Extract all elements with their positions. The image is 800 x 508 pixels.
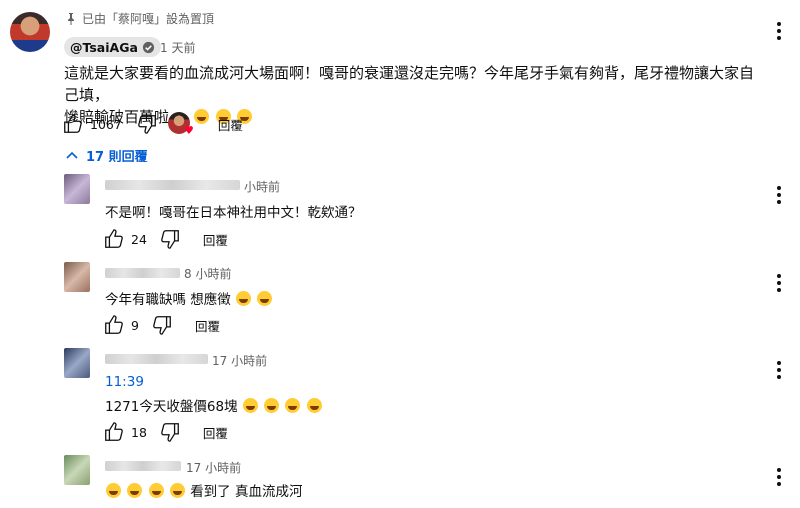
thumbs-down-icon [153,316,171,335]
reply-button[interactable]: 回覆 [195,316,220,335]
reply-author-name[interactable] [105,180,240,190]
thumbs-up-icon [64,114,82,133]
dislike-button[interactable] [151,314,173,336]
video-timestamp-link[interactable]: 11:39 [105,374,144,390]
reply-actions: 9 回覆 [103,314,220,336]
reply-button[interactable]: 回覆 [203,423,228,442]
author-avatar[interactable] [10,12,50,52]
replies-toggle[interactable]: 17 則回覆 [66,148,148,162]
pin-icon [68,12,74,25]
author-chip[interactable]: @TsaiAGa [64,37,161,57]
reply-actions: 18 回覆 [103,421,228,443]
like-button[interactable] [103,314,125,336]
laughing-emoji-icon [257,291,273,306]
verified-check-icon [142,41,154,53]
reply-text: 1271今天收盤價68塊 [105,395,323,415]
reply-avatar[interactable] [64,262,90,292]
more-vert-icon [776,361,782,379]
more-options-button[interactable] [776,361,782,379]
dislike-button[interactable] [159,421,181,443]
reply-actions: 24 回覆 [103,228,228,250]
creator-heart-badge: ♥ [167,112,194,137]
reply-text: 今年有職缺嗎 想應徵 [105,288,273,308]
grinning-emoji-icon [148,483,164,498]
reply-text: 看到了 真血流成河 [105,480,302,500]
reply-avatar[interactable] [64,174,90,204]
laughing-emoji-icon [236,291,252,306]
more-vert-icon [776,468,782,486]
reply-time[interactable]: 小時前 [244,178,280,195]
like-button[interactable] [103,421,125,443]
heart-icon: ♥ [183,124,194,137]
more-vert-icon [776,274,782,292]
grinning-emoji-icon [285,398,301,413]
laughing-emoji-icon [264,398,280,413]
grinning-emoji-icon [169,483,185,498]
reply-author-name[interactable] [105,268,180,278]
like-count: 1067 [90,116,122,132]
more-options-button[interactable] [776,186,782,204]
thumbs-down-icon [137,115,156,134]
like-count: 24 [131,231,147,247]
thumbs-up-icon [105,315,123,334]
more-options-button[interactable] [776,274,782,292]
laughing-emoji-icon [242,398,258,413]
reply-time[interactable]: 17 小時前 [212,352,267,369]
comment-actions: 1067 ♥ 回覆 [62,112,243,136]
thumbs-down-icon [161,423,179,442]
like-button[interactable] [103,228,125,250]
thumbs-down-icon [161,230,179,249]
grinning-emoji-icon [106,483,121,498]
reply-text-body: 1271今天收盤價68塊 [105,399,238,415]
author-name: @TsaiAGa [70,39,138,55]
like-count: 18 [131,424,147,440]
reply-text-body: 今年有職缺嗎 想應徵 [105,292,231,308]
comment-time[interactable]: 1 天前 [160,39,195,56]
more-options-button[interactable] [776,22,782,40]
more-options-button[interactable] [776,468,782,486]
chevron-up-icon [66,151,78,159]
like-count: 9 [131,317,139,333]
reply-avatar[interactable] [64,455,90,485]
reply-text: 不是啊！嘎哥在日本神社用中文！乾欸通？ [105,205,362,221]
reply-avatar[interactable] [64,348,90,378]
reply-time[interactable]: 8 小時前 [184,265,231,282]
dislike-button[interactable] [136,113,158,135]
comment-text-line1: 這就是大家要看的血流成河大場面啊！嘎哥的衰運還沒走完嗎？今年尾牙手氣有夠背，尾牙… [64,64,755,104]
like-button[interactable] [62,113,84,135]
grinning-emoji-icon [306,398,322,413]
pinned-text: 已由「蔡阿嘎」設為置頂 [82,12,215,26]
more-vert-icon [776,186,782,204]
more-vert-icon [776,22,782,40]
grinning-emoji-icon [127,483,143,498]
reply-button[interactable]: 回覆 [218,115,243,134]
replies-toggle-label: 17 則回覆 [86,149,148,163]
reply-button[interactable]: 回覆 [203,230,228,249]
reply-time[interactable]: 17 小時前 [186,459,241,476]
thumbs-up-icon [105,422,123,441]
pinned-label: 已由「蔡阿嘎」設為置頂 [66,10,214,27]
reply-author-name[interactable] [105,461,181,471]
reply-text-body: 看到了 真血流成河 [190,484,303,500]
dislike-button[interactable] [159,228,181,250]
thumbs-up-icon [105,229,123,248]
reply-author-name[interactable] [105,354,208,364]
